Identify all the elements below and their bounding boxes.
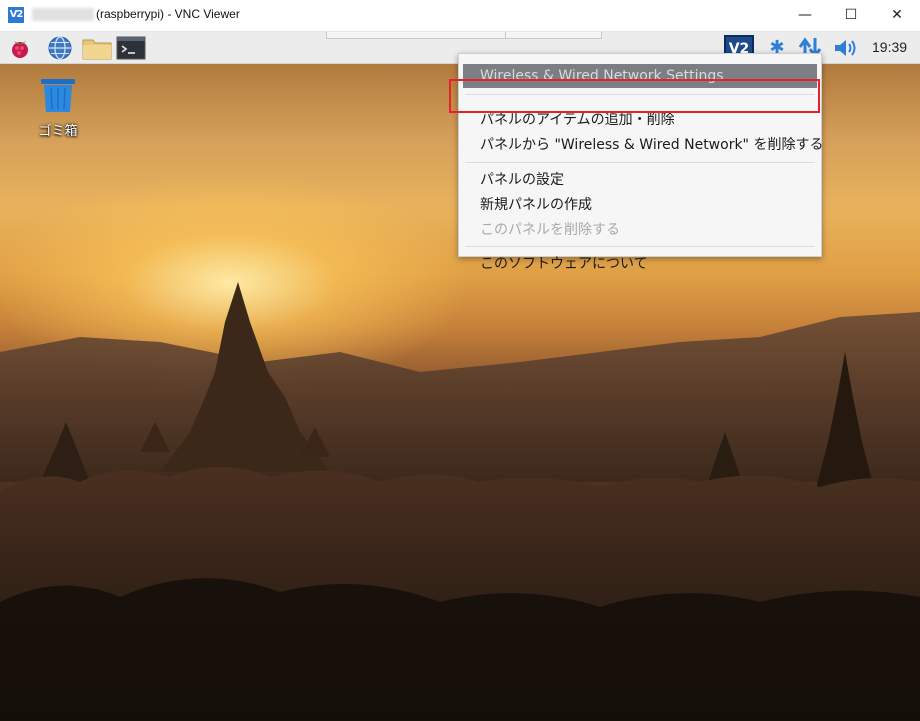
- raspberry-menu-icon[interactable]: [7, 35, 33, 61]
- close-button[interactable]: ✕: [874, 0, 920, 31]
- menu-separator: [465, 162, 815, 163]
- volume-icon[interactable]: [833, 38, 859, 58]
- minimize-button[interactable]: —: [782, 0, 828, 31]
- desktop-trash[interactable]: ゴミ箱: [30, 76, 86, 139]
- highlight-outline: [449, 79, 820, 113]
- window-title: (raspberrypi) - VNC Viewer: [96, 7, 240, 21]
- menu-separator: [465, 246, 815, 247]
- menu-item-create-new-panel[interactable]: 新規パネルの作成: [459, 193, 821, 217]
- maximize-button[interactable]: ☐: [828, 0, 874, 31]
- panel-divider: [505, 32, 506, 38]
- trash-label: ゴミ箱: [38, 124, 78, 139]
- menu-item-remove-network-from-panel[interactable]: パネルから "Wireless & Wired Network" を削除する: [459, 133, 823, 157]
- wallpaper-scenery: [0, 282, 920, 721]
- web-browser-icon[interactable]: [47, 35, 73, 61]
- vnc-viewer-logo-icon: V2: [8, 7, 24, 23]
- remote-desktop[interactable]: V2 ✱ 19:39 ゴミ箱 Wireless & Wired Network …: [0, 32, 920, 721]
- window-titlebar: V2 (raspberrypi) - VNC Viewer — ☐ ✕: [0, 0, 920, 32]
- trash-can-icon: [41, 79, 75, 112]
- menu-item-panel-settings[interactable]: パネルの設定: [459, 168, 821, 192]
- file-manager-icon[interactable]: [82, 35, 112, 61]
- menu-item-delete-panel: このパネルを削除する: [480, 222, 620, 238]
- panel-window-list[interactable]: [326, 32, 602, 39]
- redacted-ip-address: [32, 8, 94, 21]
- panel-clock[interactable]: 19:39: [872, 39, 907, 55]
- menu-item-about[interactable]: このソフトウェアについて: [459, 252, 821, 276]
- terminal-icon[interactable]: [116, 35, 146, 61]
